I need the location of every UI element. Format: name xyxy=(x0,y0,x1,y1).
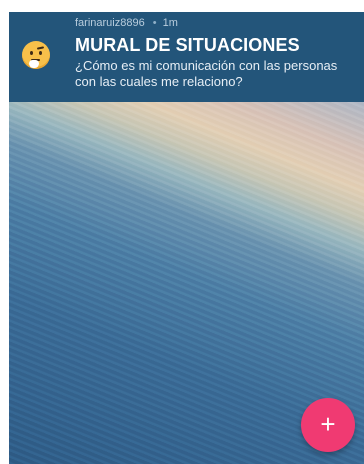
emoji-right-eye xyxy=(39,51,42,55)
board-header: farinaruiz8896 • 1m MURAL DE SITUACIONES ¿… xyxy=(9,12,364,102)
board-subtitle: ¿Cómo es mi comunicación con las persona… xyxy=(75,58,338,89)
emoji-hand xyxy=(29,60,39,68)
emoji-brow xyxy=(36,46,45,50)
author-name[interactable]: farinaruiz8896 xyxy=(75,17,145,29)
post-time: 1m xyxy=(162,17,178,29)
board-title: MURAL DE SITUACIONES xyxy=(75,35,300,55)
padlet-screen: farinaruiz8896 • 1m MURAL DE SITUACIONES ¿… xyxy=(9,12,364,464)
thinking-face-icon xyxy=(22,41,50,69)
emoji-left-eye xyxy=(30,51,33,55)
meta-separator: • xyxy=(152,17,157,29)
plus-icon: + xyxy=(320,409,336,439)
add-post-button[interactable]: + xyxy=(301,398,355,452)
post-meta: farinaruiz8896 • 1m xyxy=(75,17,178,29)
